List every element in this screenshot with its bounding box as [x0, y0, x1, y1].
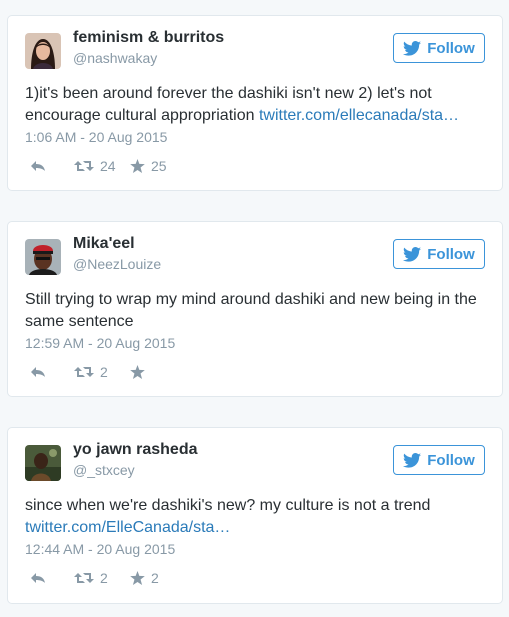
star-icon [130, 159, 145, 173]
follow-label: Follow [427, 39, 475, 57]
favorite-count: 2 [151, 570, 159, 586]
retweet-button[interactable]: 24 [74, 158, 130, 174]
avatar[interactable] [25, 33, 61, 69]
reply-icon [30, 366, 46, 378]
favorite-button[interactable] [130, 365, 151, 379]
user-name[interactable]: feminism & burritos [73, 29, 224, 47]
tweet-actions: 2 [30, 364, 151, 380]
tweet-card: feminism & burritos @nashwakay Follow 1)… [7, 15, 503, 191]
retweet-icon [74, 571, 94, 585]
favorite-button[interactable]: 25 [130, 158, 167, 174]
user-name[interactable]: yo jawn rasheda [73, 441, 198, 459]
star-icon [130, 571, 145, 585]
user-handle[interactable]: @nashwakay [73, 50, 157, 66]
avatar[interactable] [25, 239, 61, 275]
reply-button[interactable] [30, 366, 74, 378]
retweet-count: 24 [100, 158, 116, 174]
tweet-text-body: since when we're dashiki's new? my cultu… [25, 497, 431, 514]
reply-icon [30, 572, 46, 584]
retweet-button[interactable]: 2 [74, 570, 130, 586]
follow-button[interactable]: Follow [393, 239, 485, 269]
tweet-actions: 2 2 [30, 570, 159, 586]
tweet-card: Mika'eel @NeezLouize Follow Still trying… [7, 221, 503, 397]
avatar[interactable] [25, 445, 61, 481]
user-handle[interactable]: @_stxcey [73, 462, 135, 478]
user-handle[interactable]: @NeezLouize [73, 256, 161, 272]
tweet-text: since when we're dashiki's new? my cultu… [25, 495, 485, 539]
retweet-count: 2 [100, 570, 108, 586]
star-icon [130, 365, 145, 379]
twitter-bird-icon [403, 40, 422, 56]
retweet-button[interactable]: 2 [74, 364, 130, 380]
retweet-icon [74, 159, 94, 173]
tweet-timestamp[interactable]: 12:44 AM - 20 Aug 2015 [25, 541, 175, 557]
reply-icon [30, 160, 46, 172]
tweet-text: 1)it's been around forever the dashiki i… [25, 83, 485, 127]
tweet-link[interactable]: twitter.com/ellecanada/sta… [259, 107, 459, 124]
retweet-count: 2 [100, 364, 108, 380]
tweet-card: yo jawn rasheda @_stxcey Follow since wh… [7, 427, 503, 604]
favorite-count: 25 [151, 158, 167, 174]
retweet-icon [74, 365, 94, 379]
tweet-timestamp[interactable]: 12:59 AM - 20 Aug 2015 [25, 335, 175, 351]
follow-label: Follow [427, 245, 475, 263]
tweet-actions: 24 25 [30, 158, 167, 174]
follow-button[interactable]: Follow [393, 445, 485, 475]
reply-button[interactable] [30, 160, 74, 172]
follow-button[interactable]: Follow [393, 33, 485, 63]
tweet-text: Still trying to wrap my mind around dash… [25, 291, 477, 330]
favorite-button[interactable]: 2 [130, 570, 159, 586]
user-name[interactable]: Mika'eel [73, 235, 135, 253]
twitter-bird-icon [403, 452, 422, 468]
tweet-link[interactable]: twitter.com/ElleCanada/sta… [25, 519, 230, 536]
follow-label: Follow [427, 451, 475, 469]
reply-button[interactable] [30, 572, 74, 584]
twitter-bird-icon [403, 246, 422, 262]
tweet-timestamp[interactable]: 1:06 AM - 20 Aug 2015 [25, 129, 167, 145]
